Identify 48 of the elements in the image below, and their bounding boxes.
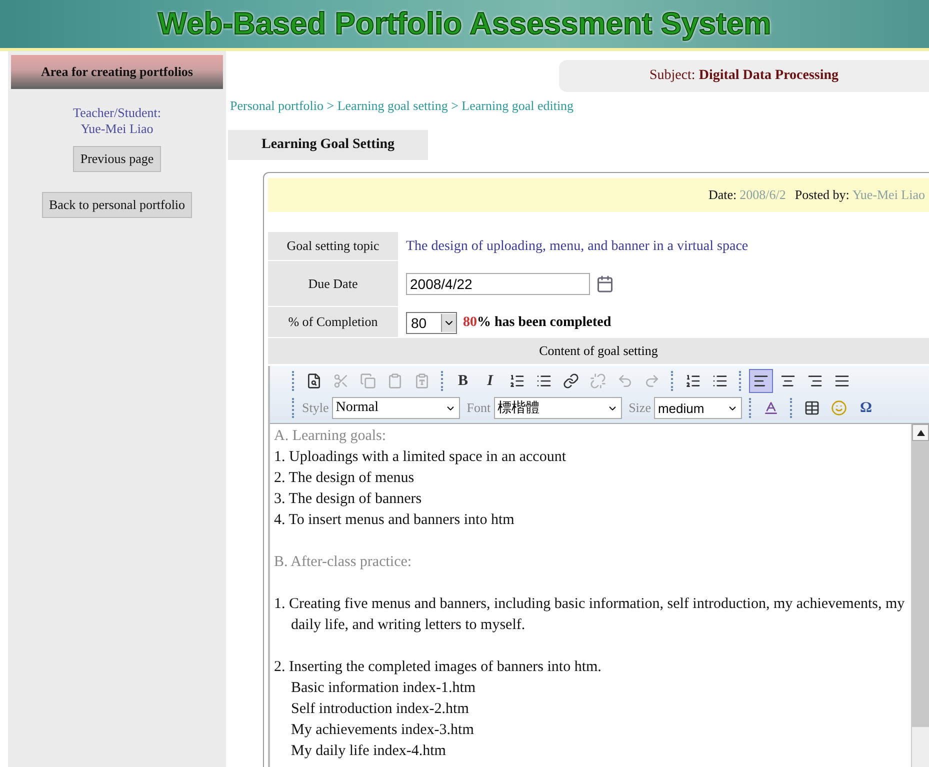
subject-label: Subject:	[649, 68, 696, 84]
content-heading: A. Learning goals:	[274, 427, 388, 446]
poster-name: Yue-Mei Liao	[852, 187, 925, 203]
scroll-up-icon[interactable]	[916, 430, 924, 436]
date-label: Date:	[708, 187, 737, 203]
style-label: Style	[302, 400, 329, 416]
date-field[interactable]: 2008/4/22	[406, 273, 590, 295]
post-date: 2008/6/2	[740, 187, 786, 203]
nav-button[interactable]: Previous page	[73, 146, 161, 172]
subject-name: Digital Data Processing	[698, 68, 839, 84]
completion-status: 80% has been completed	[463, 314, 612, 330]
content-line: My daily life index-4.htm	[290, 742, 447, 761]
font-dropdown[interactable]: 標楷體	[494, 397, 622, 419]
align-left-icon[interactable]	[749, 369, 773, 393]
breadcrumb: Personal portfolio > Learning goal setting > Learning goal editing	[230, 98, 575, 114]
goal-topic: The design of uploading, menu, and banner in a virtual space	[406, 238, 748, 254]
content-line: 1. Creating five menus and banners, including basic information, self introduction, my achievements, my daily life, and writing letters to myself.	[274, 595, 906, 635]
size-label: Size	[628, 400, 651, 416]
bold-button[interactable]: B	[451, 369, 475, 393]
site-title: Web-Based Portfolio Assessment System	[158, 6, 772, 42]
nav-button[interactable]: Back to personal portfolio	[42, 192, 192, 218]
completion-select[interactable]: 80	[406, 312, 457, 334]
content-line: 2. The design of menus	[274, 469, 416, 488]
style-dropdown[interactable]: Normal	[332, 397, 460, 419]
text-color-icon[interactable]	[762, 400, 779, 416]
form-label: % of Completion	[268, 307, 398, 338]
content-line: 4. To insert menus and banners into htm	[274, 511, 516, 530]
content-line: Self introduction index-2.htm	[290, 700, 470, 719]
content-line: Basic information index-1.htm	[290, 679, 477, 698]
italic-button[interactable]: I	[478, 369, 502, 393]
posted-by-label: Posted by:	[794, 187, 850, 203]
font-label: Font	[466, 400, 491, 416]
content-heading: B. After-class practice:	[274, 553, 413, 572]
content-line: My achievements index-3.htm	[290, 721, 475, 740]
special-character-button[interactable]: Ω	[854, 396, 878, 420]
form-label: Due Date	[268, 261, 398, 307]
section-heading: Content of goal setting	[268, 338, 929, 364]
calendar-icon[interactable]	[596, 275, 614, 293]
form-label: Goal setting topic	[268, 232, 398, 261]
tab[interactable]: Learning Goal Setting	[228, 130, 428, 160]
content-line: 1. Uploadings with a limited space in an account	[274, 448, 568, 467]
user-name: Yue-Mei Liao	[80, 120, 154, 136]
size-dropdown[interactable]: medium	[654, 397, 742, 419]
user-label: Teacher/Student:	[73, 105, 161, 121]
content-line: 3. The design of banners	[274, 490, 423, 509]
sidebar-heading: Area for creating portfolios	[11, 55, 223, 89]
scrollbar[interactable]	[911, 424, 929, 767]
content-line: 2. Inserting the completed images of banners into htm.	[274, 658, 602, 677]
